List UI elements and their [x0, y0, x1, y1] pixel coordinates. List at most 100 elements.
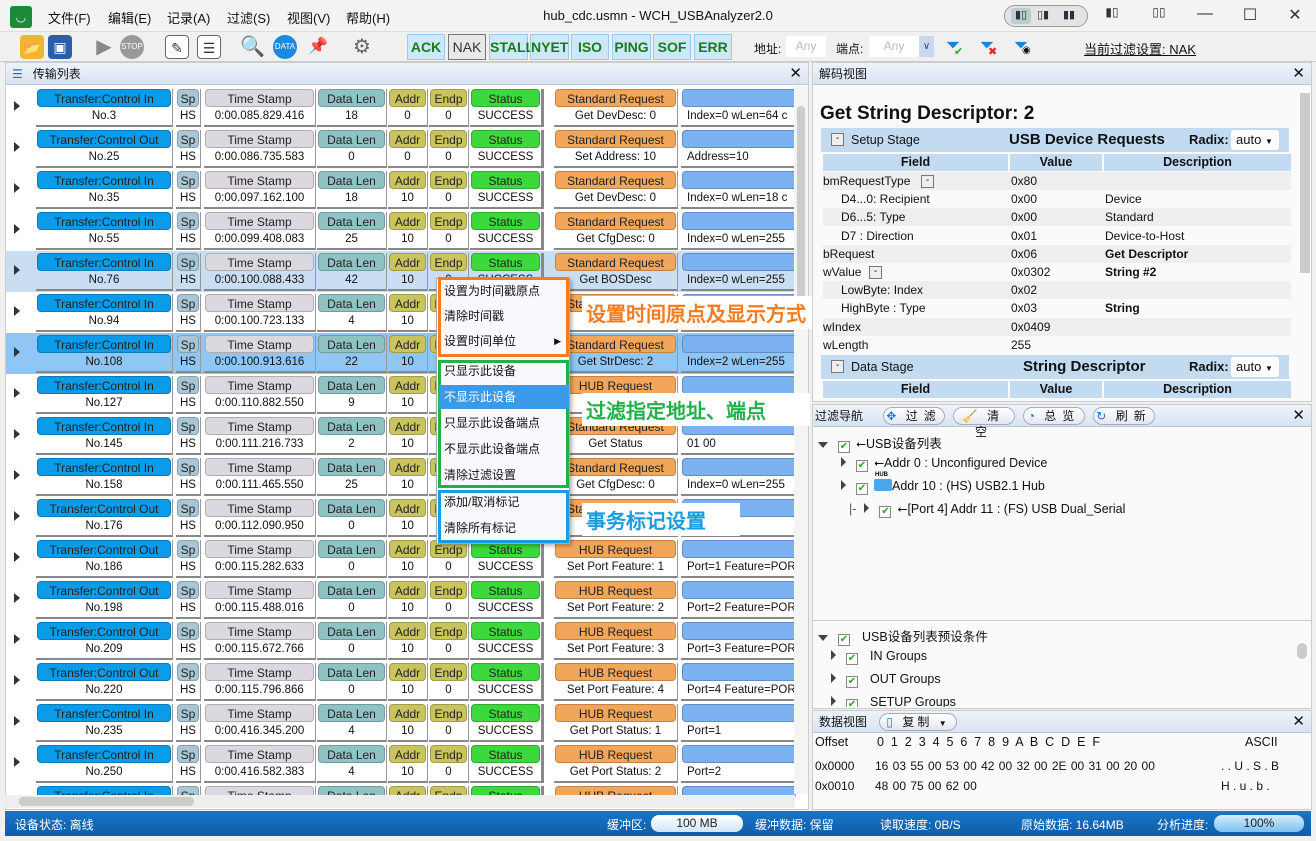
expand-arrow-icon[interactable] [831, 650, 836, 660]
expand-arrow-icon[interactable] [14, 470, 20, 480]
close-icon[interactable]: ✕ [789, 63, 802, 85]
packet-filter-ping[interactable]: PING [612, 34, 651, 60]
transfer-row[interactable]: Transfer:Control In No.35 Sp HS Time Stamp 0:… [6, 169, 796, 210]
expand-arrow-icon[interactable] [831, 673, 836, 683]
hex-row[interactable]: 48 00 75 00 62 00 [875, 779, 977, 793]
preset-out-groups[interactable]: ✔ OUT Groups [831, 672, 941, 688]
search-icon[interactable]: 🔍 [240, 35, 265, 59]
endpoint-select[interactable]: Any [869, 36, 919, 57]
transfer-row[interactable]: Transfer:Control Out No.209 Sp HS Time Stamp… [6, 620, 796, 661]
preset-root[interactable]: ✔ USB设备列表预设条件 [818, 626, 988, 646]
document-icon[interactable]: ☰ [197, 35, 221, 59]
radix-select[interactable]: auto ▼ [1231, 130, 1279, 150]
checkbox[interactable]: ✔ [856, 483, 868, 495]
scroll-thumb[interactable] [19, 797, 194, 806]
preset-in-groups[interactable]: ✔ IN Groups [831, 649, 927, 665]
preset-scroll-thumb[interactable] [1297, 643, 1307, 659]
buffer-size[interactable]: 100 MB [651, 815, 743, 832]
scroll-thumb[interactable] [797, 106, 805, 316]
menu-item-show-device-only[interactable]: 只显示此设备 [439, 359, 569, 383]
copy-button[interactable]: ▯ 复制 ▼ [879, 713, 957, 731]
expand-arrow-icon[interactable] [14, 183, 20, 193]
decode-scroll-thumb[interactable] [1300, 93, 1310, 273]
transfer-row[interactable]: Transfer:Control Out No.198 Sp HS Time Stamp… [6, 579, 796, 620]
packet-filter-nyet[interactable]: NYET [530, 34, 569, 60]
close-icon[interactable]: ✕ [1292, 63, 1305, 85]
transfer-row[interactable]: Transfer:Control In No.108 Sp HS Time Stamp 0… [6, 333, 796, 374]
expand-arrow-icon[interactable] [14, 347, 20, 357]
packet-filter-stall[interactable]: STALL [489, 34, 534, 60]
transfer-row[interactable]: Transfer:Control In No.158 Sp HS Time Stamp 0… [6, 456, 796, 497]
stop-icon[interactable]: STOP [120, 35, 144, 59]
save-icon[interactable]: ▣ [48, 35, 72, 59]
menu-edit[interactable]: 编辑(E) [108, 8, 151, 27]
address-input[interactable]: Any [786, 36, 826, 57]
expand-arrow-icon[interactable] [14, 716, 20, 726]
maximize-button[interactable]: ☐ [1235, 5, 1265, 25]
filter-apply-icon[interactable]: ⏷ ✔ [942, 35, 964, 59]
start-icon[interactable]: ▶ [92, 35, 116, 59]
packet-filter-err[interactable]: ERR [694, 34, 732, 60]
menu-item-hide-endpoint[interactable]: 不显示此设备端点 [439, 437, 569, 461]
expand-arrow-icon[interactable] [831, 696, 836, 706]
minimize-button[interactable]: — [1190, 5, 1220, 23]
menu-view[interactable]: 视图(V) [287, 8, 330, 27]
current-filter-setting[interactable]: 当前过滤设置: NAK [1084, 39, 1196, 58]
edit-note-icon[interactable]: ✎ [165, 35, 189, 59]
menu-item-time-unit[interactable]: 设置时间单位 ▶ [439, 329, 569, 353]
transfer-row[interactable]: Transfer:Control In No.55 Sp HS Time Stamp 0:… [6, 210, 796, 251]
collapse-button[interactable]: - [831, 360, 844, 373]
packet-filter-iso[interactable]: ISO [571, 34, 609, 60]
chevron-down-icon[interactable]: ∨ [919, 36, 934, 57]
menu-item-set-time-origin[interactable]: 设置为时间戳原点 [439, 279, 569, 303]
expand-arrow-icon[interactable] [841, 457, 846, 467]
close-button[interactable]: ✕ [1280, 5, 1310, 25]
transfer-row[interactable]: Transfer:Control Out No.186 Sp HS Time Stamp… [6, 538, 796, 579]
collapse-arrow-icon[interactable] [818, 635, 828, 641]
transfer-row[interactable]: Transfer:Control In No.3 Sp HS Time Stamp 0:0… [6, 87, 796, 128]
checkbox[interactable]: ✔ [846, 653, 858, 665]
expand-arrow-icon[interactable] [14, 552, 20, 562]
packet-filter-ack[interactable]: ACK [407, 34, 445, 60]
layout-switch[interactable]: ▮▯ ▯▮ ▮▮ [1004, 5, 1088, 27]
filter-clear-icon[interactable]: ⏷ ✖ [976, 35, 998, 59]
expand-arrow-icon[interactable] [14, 511, 20, 521]
preset-setup-groups[interactable]: ✔ SETUP Groups [831, 695, 956, 707]
vertical-scrollbar[interactable] [794, 86, 808, 794]
expand-arrow-icon[interactable] [14, 757, 20, 767]
decode-field-row[interactable]: bmRequestType 0x80 - [823, 172, 1291, 190]
transfer-row[interactable]: Transfer:Control Out No.25 Sp HS Time Stamp 0… [6, 128, 796, 169]
decode-field-row[interactable]: D6...5: Type 0x00 Standard [823, 208, 1291, 227]
hex-row[interactable]: 16 03 55 00 53 00 42 00 32 00 2E 00 31 0… [875, 759, 1155, 773]
clear-button[interactable]: 🧹 清空 [953, 407, 1015, 439]
filter-view-icon[interactable]: ⏷ ◉ [1010, 35, 1032, 59]
expand-arrow-icon[interactable] [14, 634, 20, 644]
data-refresh-icon[interactable]: DATA [273, 35, 297, 59]
tree-node-addr11[interactable]: |- ✔ ⭠[Port 4] Addr 11 : (FS) USB Dual_Ser… [849, 502, 1125, 518]
transfer-row[interactable]: Transfer:Control In No.250 Sp HS Time Stamp 0… [6, 743, 796, 784]
ascii-row[interactable]: . . U . S . B [1221, 759, 1279, 773]
tree-node-addr0[interactable]: ✔ ⭠Addr 0 : Unconfigured Device [841, 456, 1047, 472]
ascii-row[interactable]: H . u . b . [1221, 779, 1270, 793]
menu-file[interactable]: 文件(F) [48, 8, 91, 27]
menu-item-toggle-mark[interactable]: 添加/取消标记 [439, 490, 569, 514]
tree-node-usb-list[interactable]: ✔ ⭠USB设备列表 [818, 433, 942, 453]
checkbox[interactable]: ✔ [846, 699, 858, 707]
checkbox[interactable]: ✔ [838, 441, 850, 453]
pin-export-icon[interactable]: 📌 [306, 35, 330, 59]
decode-field-row[interactable]: D7 : Direction 0x01 Device-to-Host [823, 227, 1291, 245]
panel-layout-icon[interactable]: ▮▯ [1097, 5, 1127, 19]
layout-center-icon[interactable]: ▯▮ [1037, 8, 1049, 21]
expand-arrow-icon[interactable] [14, 101, 20, 111]
collapse-button[interactable]: - [921, 175, 934, 188]
tree-node-addr10[interactable]: ✔ HUB Addr 10 : (HS) USB2.1 Hub [841, 472, 1045, 495]
collapse-button[interactable]: - [831, 133, 844, 146]
expand-arrow-icon[interactable] [14, 593, 20, 603]
close-icon[interactable]: ✕ [1292, 405, 1305, 427]
checkbox[interactable]: ✔ [838, 634, 850, 646]
overview-button[interactable]: ◔ 总览 [1023, 407, 1085, 425]
transfer-row[interactable]: Transfer:Control In No.235 Sp HS Time Stamp 0… [6, 702, 796, 743]
decode-field-row[interactable]: wValue 0x0302 String #2 - [823, 263, 1291, 281]
snap-layout-icon[interactable]: ▯▯ [1144, 5, 1174, 19]
menu-item-clear-timestamp[interactable]: 清除时间戳 [439, 304, 569, 328]
